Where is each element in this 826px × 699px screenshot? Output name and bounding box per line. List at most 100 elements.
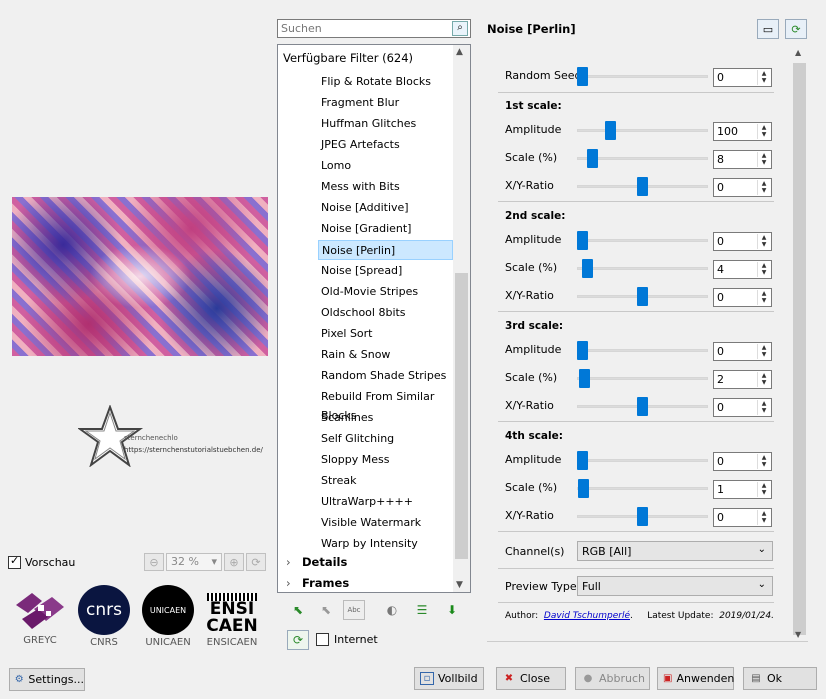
xy-ratio-slider[interactable] bbox=[577, 397, 708, 416]
scale-spinbox[interactable]: 8 ▲ ▼ bbox=[713, 150, 772, 169]
internet-checkbox[interactable] bbox=[316, 633, 329, 646]
filter-item[interactable]: Visible Watermark bbox=[321, 513, 421, 533]
filter-item[interactable]: Noise [Gradient] bbox=[321, 219, 411, 239]
preview-toggle[interactable]: Vorschau bbox=[8, 554, 75, 569]
random-seed-spinbox[interactable]: 0 ▲ ▼ bbox=[713, 68, 772, 87]
scroll-down-icon[interactable]: ▼ bbox=[795, 630, 801, 639]
slider-handle[interactable] bbox=[577, 231, 588, 250]
filter-item[interactable]: Warp by Intensity bbox=[321, 534, 418, 554]
slider-track[interactable] bbox=[577, 487, 708, 490]
slider-handle[interactable] bbox=[637, 177, 648, 196]
spin-arrows-icon[interactable]: ▲ ▼ bbox=[757, 234, 770, 249]
slider-track[interactable] bbox=[577, 239, 708, 242]
close-button[interactable]: ✖ Close bbox=[496, 667, 566, 690]
zoom-select[interactable]: 32 % ▾ bbox=[166, 553, 222, 571]
reset-params-icon[interactable]: ⟳ bbox=[785, 19, 807, 39]
amplitude-slider[interactable] bbox=[577, 231, 708, 250]
scroll-up-icon[interactable]: ▲ bbox=[795, 48, 801, 57]
filter-item[interactable]: UltraWarp++++ bbox=[321, 492, 413, 512]
remove-fave-icon[interactable]: ⬉ bbox=[315, 600, 337, 620]
filter-item[interactable]: Self Glitching bbox=[321, 429, 394, 449]
slider-track[interactable] bbox=[577, 459, 708, 462]
filter-item[interactable]: Sloppy Mess bbox=[321, 450, 389, 470]
xy-ratio-slider[interactable] bbox=[577, 507, 708, 526]
slider-handle[interactable] bbox=[579, 369, 590, 388]
spin-arrows-icon[interactable]: ▲ ▼ bbox=[757, 70, 770, 85]
slider-track[interactable] bbox=[577, 267, 708, 270]
search-icon[interactable]: ⌕ bbox=[452, 21, 468, 36]
slider-handle[interactable] bbox=[578, 479, 589, 498]
amplitude-slider[interactable] bbox=[577, 341, 708, 360]
spin-arrows-icon[interactable]: ▲ ▼ bbox=[757, 344, 770, 359]
spin-arrows-icon[interactable]: ▲ ▼ bbox=[757, 454, 770, 469]
scrollbar-thumb[interactable] bbox=[793, 63, 806, 635]
amplitude-slider[interactable] bbox=[577, 121, 708, 140]
filter-item[interactable]: Noise [Additive] bbox=[321, 198, 409, 218]
scale-spinbox[interactable]: 4 ▲ ▼ bbox=[713, 260, 772, 279]
zoom-in-icon[interactable]: ⊕ bbox=[224, 553, 244, 571]
slider-track[interactable] bbox=[577, 75, 708, 78]
filter-item[interactable]: Streak bbox=[321, 471, 356, 491]
author-link[interactable]: David Tschumperlé bbox=[544, 611, 630, 621]
xy-ratio-slider[interactable] bbox=[577, 287, 708, 306]
preview-checkbox[interactable] bbox=[8, 554, 21, 569]
scale-slider[interactable] bbox=[577, 369, 708, 388]
category-frames[interactable]: › Frames bbox=[286, 576, 349, 590]
slider-handle[interactable] bbox=[637, 397, 648, 416]
amplitude-slider[interactable] bbox=[577, 451, 708, 470]
slider-track[interactable] bbox=[577, 129, 708, 132]
spin-arrows-icon[interactable]: ▲ ▼ bbox=[757, 262, 770, 277]
slider-handle[interactable] bbox=[637, 507, 648, 526]
category-details[interactable]: › Details bbox=[286, 555, 347, 569]
filter-item[interactable]: Huffman Glitches bbox=[321, 114, 416, 134]
select-filters-icon[interactable]: ☰ bbox=[411, 600, 433, 620]
filter-item[interactable]: Old-Movie Stripes bbox=[321, 282, 418, 302]
spin-arrows-icon[interactable]: ▲ ▼ bbox=[757, 180, 770, 195]
zoom-out-icon[interactable]: ⊖ bbox=[144, 553, 164, 571]
filter-tree-root[interactable]: Verfügbare Filter (624) bbox=[283, 51, 413, 65]
amplitude-spinbox[interactable]: 100 ▲ ▼ bbox=[713, 122, 772, 141]
filter-item[interactable]: Rebuild From Similar Blocks bbox=[321, 387, 470, 422]
spin-arrows-icon[interactable]: ▲ ▼ bbox=[757, 152, 770, 167]
scale-spinbox[interactable]: 1 ▲ ▼ bbox=[713, 480, 772, 499]
filter-item[interactable]: Pixel Sort bbox=[321, 324, 373, 344]
filter-item[interactable]: Flip & Rotate Blocks bbox=[321, 72, 431, 92]
amplitude-spinbox[interactable]: 0 ▲ ▼ bbox=[713, 232, 772, 251]
ok-button[interactable]: ▤ Ok bbox=[743, 667, 817, 690]
zoom-reset-icon[interactable]: ⟳ bbox=[246, 553, 266, 571]
visibility-icon[interactable]: ◐ bbox=[381, 600, 403, 620]
filter-item[interactable]: Rain & Snow bbox=[321, 345, 390, 365]
xy-ratio-spinbox[interactable]: 0 ▲ ▼ bbox=[713, 508, 772, 527]
slider-handle[interactable] bbox=[577, 451, 588, 470]
xy-ratio-spinbox[interactable]: 0 ▲ ▼ bbox=[713, 288, 772, 307]
expand-all-icon[interactable]: ⬇ bbox=[441, 600, 463, 620]
spin-arrows-icon[interactable]: ▲ ▼ bbox=[757, 372, 770, 387]
scroll-down-icon[interactable]: ▼ bbox=[456, 580, 463, 590]
spin-arrows-icon[interactable]: ▲ ▼ bbox=[757, 400, 770, 415]
add-fave-icon[interactable]: ⬉ bbox=[287, 600, 309, 620]
slider-track[interactable] bbox=[577, 377, 708, 380]
spin-arrows-icon[interactable]: ▲ ▼ bbox=[757, 510, 770, 525]
channels-select[interactable]: RGB [All] ⌄ bbox=[577, 541, 773, 561]
filter-item[interactable]: Noise [Spread] bbox=[321, 261, 402, 281]
filter-tree[interactable]: Verfügbare Filter (624) Flip & Rotate Bl… bbox=[277, 44, 471, 593]
params-scrollbar[interactable]: ▲ ▼ bbox=[791, 45, 808, 639]
filter-item[interactable]: JPEG Artefacts bbox=[321, 135, 400, 155]
preview-type-select[interactable]: Full ⌄ bbox=[577, 576, 773, 596]
fullscreen-button[interactable]: ▫ Vollbild bbox=[414, 667, 484, 690]
scroll-up-icon[interactable]: ▲ bbox=[456, 47, 463, 57]
window-layout-icon[interactable]: ▭ bbox=[757, 19, 779, 39]
spin-arrows-icon[interactable]: ▲ ▼ bbox=[757, 290, 770, 305]
spin-arrows-icon[interactable]: ▲ ▼ bbox=[757, 482, 770, 497]
slider-handle[interactable] bbox=[577, 341, 588, 360]
filter-item[interactable]: Lomo bbox=[321, 156, 351, 176]
spin-arrows-icon[interactable]: ▲ ▼ bbox=[757, 124, 770, 139]
filter-item[interactable]: Scanlines bbox=[321, 408, 373, 428]
xy-ratio-slider[interactable] bbox=[577, 177, 708, 196]
amplitude-spinbox[interactable]: 0 ▲ ▼ bbox=[713, 452, 772, 471]
search-input[interactable]: Suchen ⌕ bbox=[277, 19, 471, 38]
random-seed-slider[interactable] bbox=[577, 67, 708, 86]
xy-ratio-spinbox[interactable]: 0 ▲ ▼ bbox=[713, 178, 772, 197]
settings-button[interactable]: ⚙ Settings... bbox=[9, 668, 85, 691]
slider-handle[interactable] bbox=[577, 67, 588, 86]
